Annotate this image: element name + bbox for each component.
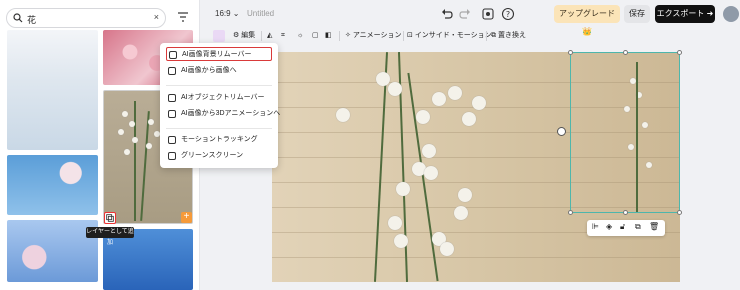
mask-icon[interactable]: ▢	[312, 30, 319, 42]
menu-divider	[166, 128, 272, 129]
inside-motion-button[interactable]: ⊡ インサイド・モーション	[407, 30, 492, 42]
tooltip: レイヤーとして追加	[86, 227, 134, 246]
flower-bloom	[422, 144, 436, 158]
undo-icon[interactable]	[440, 7, 454, 21]
resize-handle[interactable]	[623, 50, 628, 55]
image-thumbnail[interactable]	[7, 30, 98, 150]
flower-bloom	[432, 92, 446, 106]
resize-handle[interactable]	[623, 210, 628, 215]
flower-bloom	[462, 112, 476, 126]
flower-bloom	[396, 182, 410, 196]
avatar[interactable]	[723, 6, 739, 22]
search-field[interactable]: 花 ×	[6, 8, 166, 28]
menu-item-3d-animation[interactable]: AI画像から3Dアニメーションへ	[166, 107, 280, 121]
replace-button[interactable]: ⧉ 置き換え	[491, 30, 526, 42]
upgrade-button[interactable]: アップグレード 👑	[554, 5, 620, 36]
ai-tools-menu: AI画像背景リムーバー AI画像から画像へ AIオブジェクトリムーバー AI画像…	[160, 43, 280, 168]
redo-icon[interactable]	[458, 7, 472, 21]
help-icon[interactable]: ?	[501, 7, 515, 21]
resize-handle[interactable]	[677, 50, 682, 55]
layer-icon	[106, 214, 114, 222]
menu-item-image-to-image[interactable]: AI画像から画像へ	[166, 64, 272, 78]
object-remove-icon	[168, 94, 176, 102]
rotate-handle[interactable]	[557, 127, 566, 136]
menu-item-label: AI画像から3Dアニメーションへ	[181, 110, 281, 117]
ai-assist-icon[interactable]	[481, 7, 495, 21]
align-icon[interactable]: ⊫	[592, 222, 599, 231]
resize-handle[interactable]	[568, 210, 573, 215]
clear-search-icon[interactable]: ×	[154, 12, 159, 22]
delete-icon[interactable]: 🗑︎	[649, 222, 659, 231]
flower-bloom	[336, 108, 350, 122]
edit-label: 編集	[241, 32, 256, 39]
top-bar: 16:9 ⌄ Untitled ? アップグレード 👑 保存 エクスポート ➜	[201, 0, 740, 36]
flip-icon[interactable]: ◭	[267, 30, 272, 42]
crop-icon[interactable]: ⌗	[281, 30, 285, 42]
save-button[interactable]: 保存	[624, 5, 650, 23]
image-thumbnail[interactable]	[7, 155, 98, 215]
resize-handle[interactable]	[677, 210, 682, 215]
paper-line	[272, 257, 680, 258]
divider	[403, 31, 404, 41]
search-icon	[13, 13, 23, 23]
flower-bloom	[448, 86, 462, 100]
menu-item-object-remover[interactable]: AIオブジェクトリムーバー	[166, 91, 272, 105]
add-to-canvas-button[interactable]: +	[181, 212, 192, 223]
menu-item-green-screen[interactable]: グリーンスクリーン	[166, 149, 272, 163]
flower-bloom	[388, 216, 402, 230]
project-title[interactable]: Untitled	[247, 9, 274, 18]
edit-button[interactable]: ⚙ 編集	[233, 30, 255, 42]
menu-item-label: AIオブジェクトリムーバー	[181, 94, 265, 101]
duplicate-icon[interactable]: ⧉	[635, 222, 641, 232]
lock-icon[interactable]: 🔓︎	[620, 222, 625, 232]
floating-toolbar: ⊫ ◈ 🔓︎ ⧉ 🗑︎	[587, 220, 665, 236]
edit-toolbar: ⚙ 編集 ◭ ⌗ ☼ ▢ ◧ ✧ アニメーション ⊡ インサイド・モーション ⧉…	[201, 28, 740, 44]
menu-item-label: AI画像背景リムーバー	[182, 51, 252, 58]
add-as-layer-button[interactable]	[104, 212, 116, 224]
shadow-icon[interactable]: ◧	[325, 30, 332, 42]
green-screen-icon	[168, 152, 176, 160]
menu-item-bg-remover[interactable]: AI画像背景リムーバー	[166, 47, 272, 61]
image-thumbnail[interactable]	[103, 229, 193, 290]
menu-item-label: AI画像から画像へ	[181, 67, 237, 74]
aspect-ratio-select[interactable]: 16:9 ⌄	[215, 9, 240, 18]
export-button[interactable]: エクスポート ➜	[655, 5, 715, 23]
replace-label: 置き換え	[497, 32, 526, 39]
menu-item-motion-tracking[interactable]: モーショントラッキング	[166, 133, 272, 147]
layers-icon[interactable]: ◈	[606, 222, 612, 231]
flower-bloom	[454, 206, 468, 220]
flower-bloom	[424, 166, 438, 180]
adjust-icon[interactable]: ☼	[297, 30, 303, 42]
flower-bloom	[394, 234, 408, 248]
image-to-image-icon	[168, 67, 176, 75]
flower-stem	[373, 52, 389, 282]
search-input[interactable]: 花	[27, 13, 36, 26]
divider	[339, 31, 340, 41]
menu-item-label: グリーンスクリーン	[181, 152, 244, 159]
motion-tracking-icon	[168, 136, 176, 144]
3d-animation-icon	[168, 110, 176, 118]
menu-divider	[166, 85, 272, 86]
filter-icon[interactable]	[176, 10, 190, 24]
flower-bloom	[458, 188, 472, 202]
ai-tools-icon[interactable]	[213, 30, 225, 42]
svg-text:?: ?	[506, 10, 510, 19]
flower-bloom	[472, 96, 486, 110]
divider	[486, 31, 487, 41]
inside-motion-label: インサイド・モーション	[414, 32, 492, 39]
flower-bloom	[376, 72, 390, 86]
animation-label: アニメーション	[352, 32, 402, 39]
flower-bloom	[440, 242, 454, 256]
image-thumbnail[interactable]	[7, 220, 98, 282]
menu-item-label: モーショントラッキング	[181, 136, 258, 143]
divider	[261, 31, 262, 41]
resize-handle[interactable]	[568, 50, 573, 55]
flower-bloom	[416, 110, 430, 124]
animation-button[interactable]: ✧ アニメーション	[345, 30, 402, 42]
bg-remove-icon	[169, 51, 177, 59]
flower-bloom	[388, 82, 402, 96]
selection-box[interactable]	[568, 50, 682, 215]
